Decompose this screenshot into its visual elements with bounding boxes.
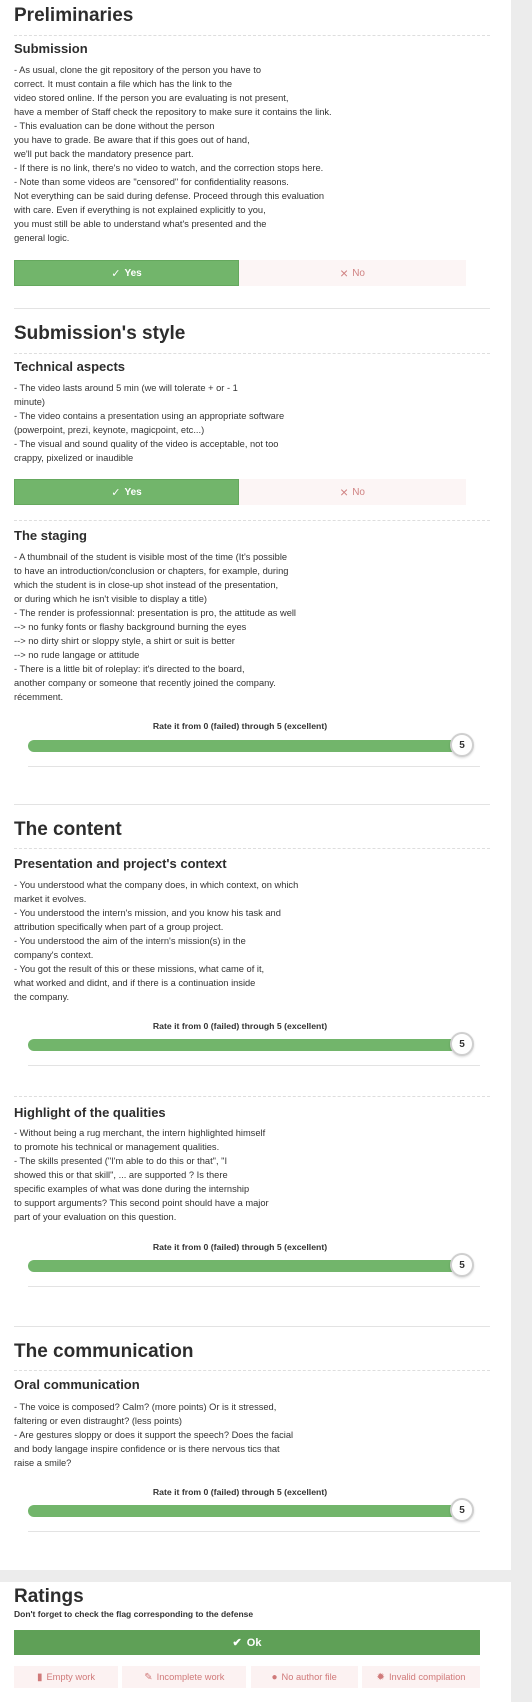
slider-track xyxy=(28,1039,468,1051)
section-title-style: Submission's style xyxy=(14,323,186,344)
check-icon: ✓ xyxy=(111,267,121,280)
section-separator xyxy=(14,1326,490,1327)
yes-button[interactable]: ✓ Yes xyxy=(14,479,239,505)
ok-label: Ok xyxy=(246,1636,262,1649)
ratings-note: Don't forget to check the flag correspon… xyxy=(14,1609,254,1619)
question-title-oral: Oral communication xyxy=(14,1377,140,1392)
yes-label: Yes xyxy=(124,267,142,279)
section-title-preliminaries: Preliminaries xyxy=(14,5,134,26)
rating-slider-staging[interactable]: 5 xyxy=(28,733,480,759)
slider-track xyxy=(28,1260,468,1272)
slider-track xyxy=(28,740,468,752)
slider-baseline xyxy=(28,766,480,767)
ratings-title: Ratings xyxy=(14,1586,84,1607)
flag-label: No author file xyxy=(281,1672,337,1682)
question-title-staging: The staging xyxy=(14,528,87,543)
rate-label: Rate it from 0 (failed) through 5 (excel… xyxy=(152,1242,328,1252)
check-icon: ✓ xyxy=(111,486,121,499)
flag-incomplete-work-button[interactable]: ✎ Incomplete work xyxy=(122,1666,247,1688)
question-description-oral: - The voice is composed? Calm? (more poi… xyxy=(14,1402,294,1468)
slider-baseline xyxy=(28,1065,480,1066)
page-scrollbar[interactable] xyxy=(511,0,532,1702)
file-pen-icon: ✎ xyxy=(144,1671,153,1683)
divider xyxy=(14,1096,490,1097)
file-icon: ▮ xyxy=(36,1671,43,1683)
divider xyxy=(14,35,490,36)
flag-no-author-file-button[interactable]: ● No author file xyxy=(250,1666,358,1688)
section-title-content: The content xyxy=(14,819,122,840)
yes-no-toggle-submission: ✓ Yes × No xyxy=(14,260,466,286)
section-separator xyxy=(14,804,490,805)
flag-empty-work-button[interactable]: ▮ Empty work xyxy=(14,1666,118,1688)
question-title-technical: Technical aspects xyxy=(14,359,126,374)
question-description-staging: - A thumbnail of the student is visible … xyxy=(14,552,296,702)
slider-track xyxy=(28,1505,468,1517)
yes-label: Yes xyxy=(124,486,142,498)
slider-thumb[interactable]: 5 xyxy=(450,1253,474,1277)
close-icon: × xyxy=(340,265,349,281)
question-description-submission: - As usual, clone the git repository of … xyxy=(14,65,332,243)
section-title-communication: The communication xyxy=(14,1341,194,1362)
flag-label: Empty work xyxy=(46,1672,96,1682)
no-label: No xyxy=(352,267,365,279)
evaluation-panel: Preliminaries Submission - As usual, clo… xyxy=(0,0,511,1570)
question-description-technical: - The video lasts around 5 min (we will … xyxy=(14,383,285,463)
no-button[interactable]: × No xyxy=(239,479,466,505)
rate-label: Rate it from 0 (failed) through 5 (excel… xyxy=(152,1021,328,1031)
flag-buttons: ▮ Empty work ✎ Incomplete work ● No auth… xyxy=(14,1666,480,1688)
flag-invalid-compilation-button[interactable]: ✹ Invalid compilation xyxy=(361,1666,480,1688)
flag-label: Incomplete work xyxy=(156,1672,225,1682)
divider xyxy=(14,848,490,849)
divider xyxy=(14,1370,490,1371)
rate-label: Rate it from 0 (failed) through 5 (excel… xyxy=(152,721,328,731)
slider-thumb[interactable]: 5 xyxy=(450,1032,474,1056)
bug-icon: ✹ xyxy=(376,1671,385,1683)
rating-slider-oral[interactable]: 5 xyxy=(28,1498,480,1524)
no-button[interactable]: × No xyxy=(239,260,466,286)
slider-baseline xyxy=(28,1286,480,1287)
question-description-qualities: - Without being a rug merchant, the inte… xyxy=(14,1128,269,1222)
yes-no-toggle-technical: ✓ Yes × No xyxy=(14,479,466,505)
check-icon: ✔ xyxy=(232,1637,242,1649)
rate-label: Rate it from 0 (failed) through 5 (excel… xyxy=(152,1487,328,1497)
slider-baseline xyxy=(28,1531,480,1532)
flag-label: Invalid compilation xyxy=(388,1672,466,1682)
ok-button[interactable]: ✔ Ok xyxy=(14,1630,480,1655)
close-icon: × xyxy=(340,484,349,500)
divider xyxy=(14,353,490,354)
question-title-context: Presentation and project's context xyxy=(14,856,227,871)
speech-bubble-icon: ● xyxy=(271,1671,278,1683)
rating-slider-qualities[interactable]: 5 xyxy=(28,1253,480,1279)
yes-button[interactable]: ✓ Yes xyxy=(14,260,239,286)
slider-thumb[interactable]: 5 xyxy=(450,733,474,757)
rating-slider-context[interactable]: 5 xyxy=(28,1032,480,1058)
question-description-context: - You understood what the company does, … xyxy=(14,880,299,1002)
section-separator xyxy=(14,308,490,309)
divider xyxy=(14,520,490,521)
question-title-qualities: Highlight of the qualities xyxy=(14,1105,166,1120)
slider-thumb[interactable]: 5 xyxy=(450,1498,474,1522)
question-title-submission: Submission xyxy=(14,41,88,56)
no-label: No xyxy=(352,486,365,498)
